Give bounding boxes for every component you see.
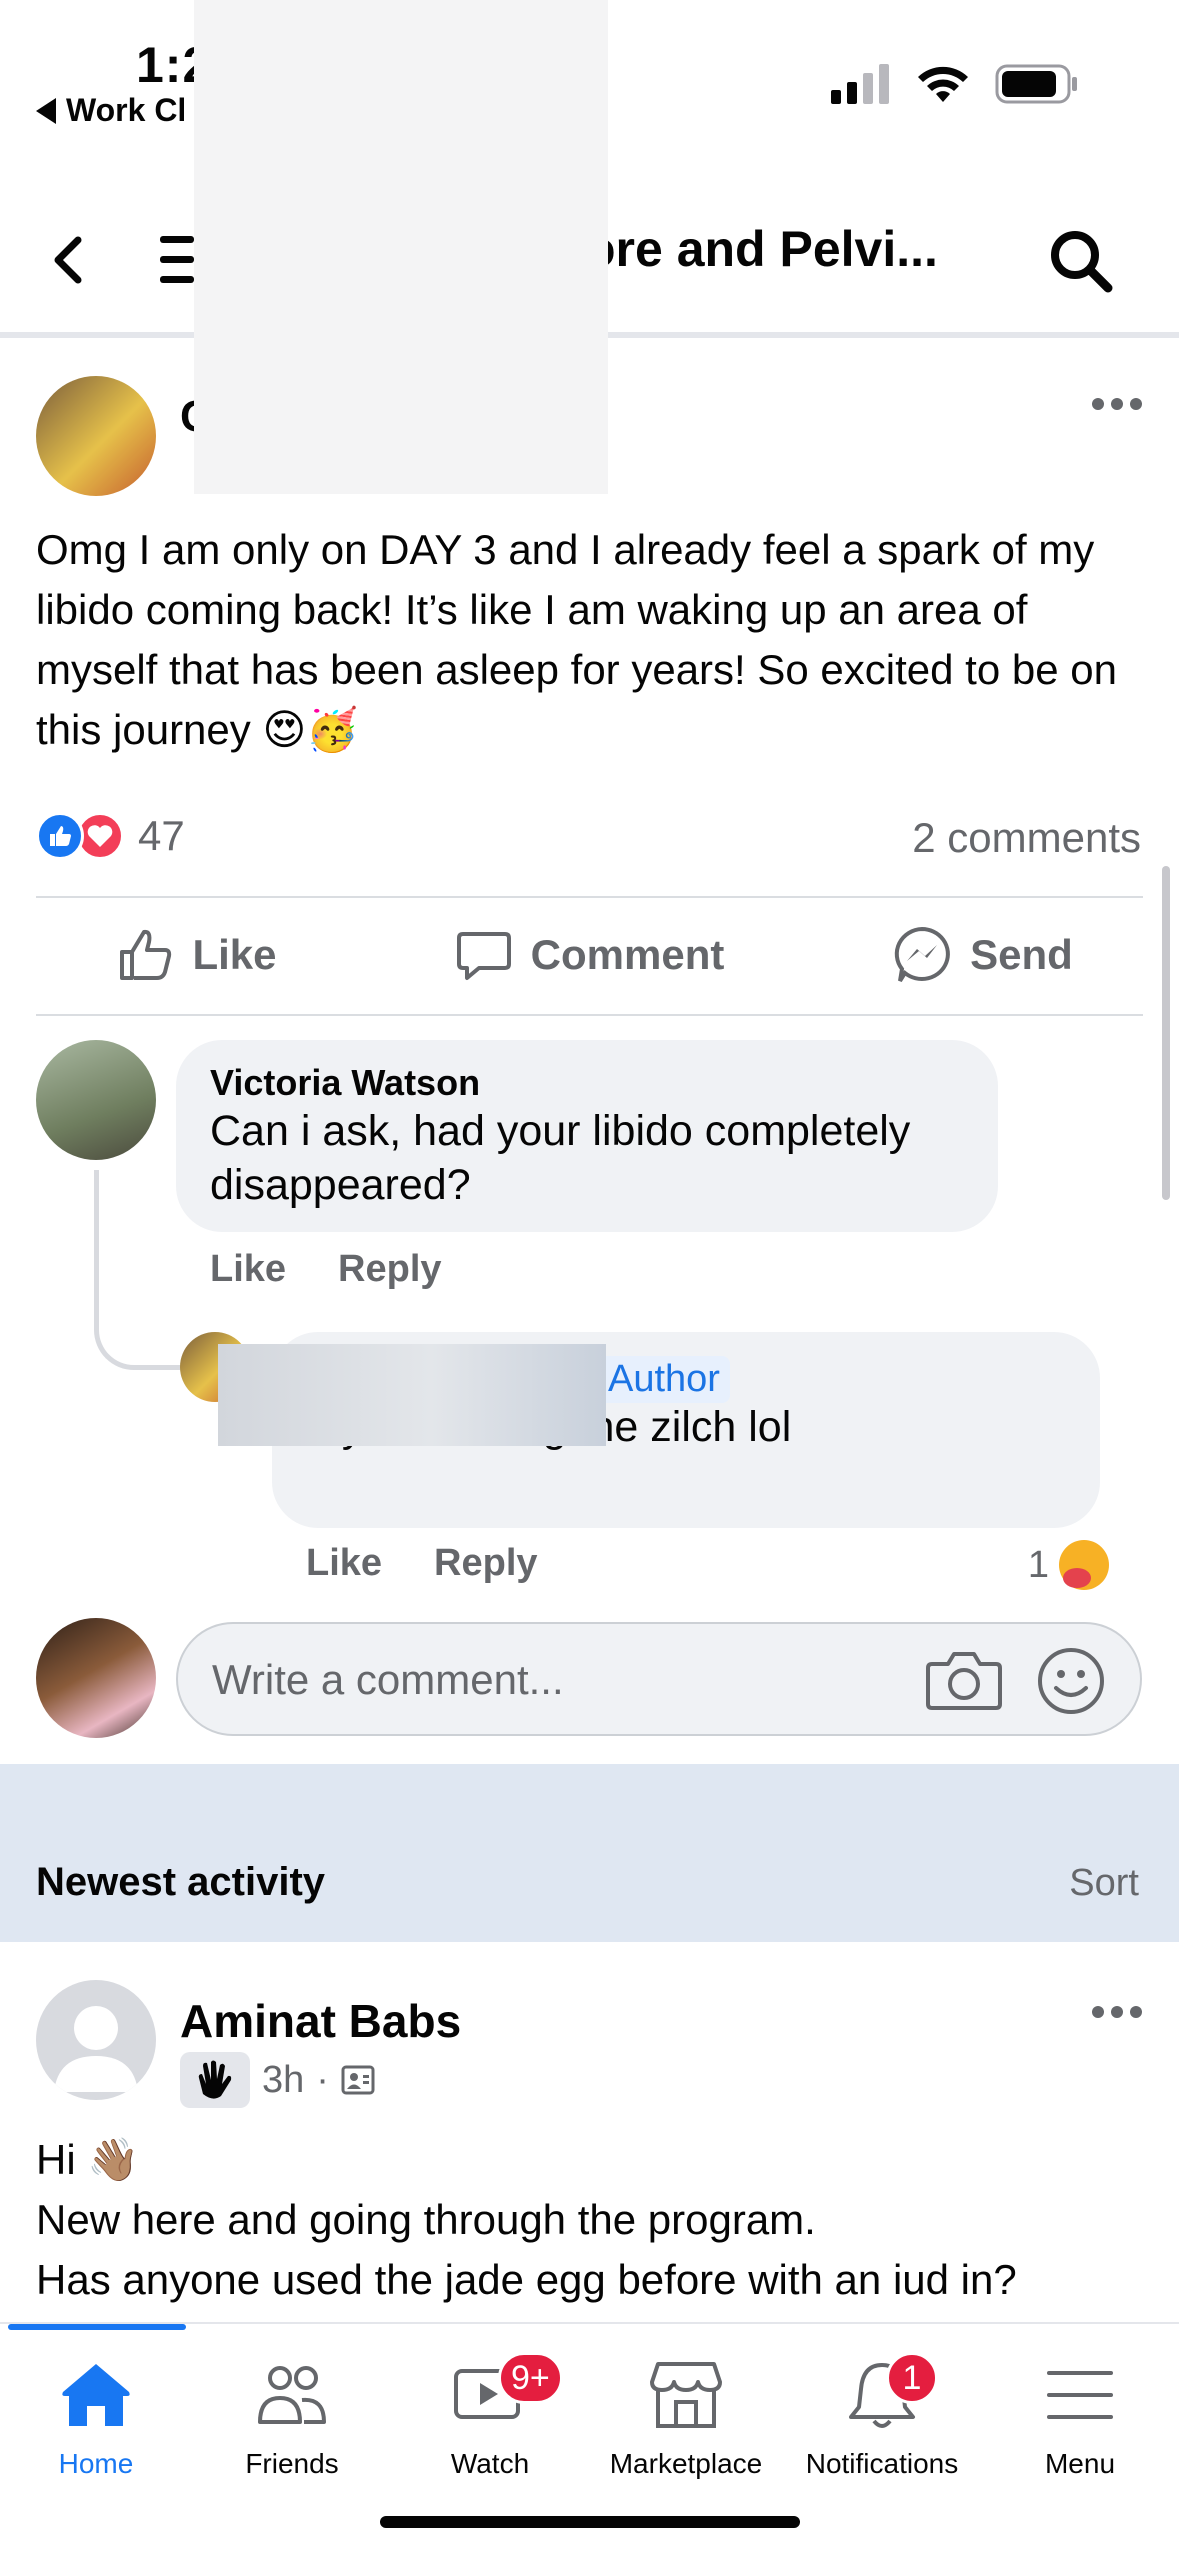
notifications-badge: 1: [886, 2352, 938, 2404]
group-title[interactable]: ore and Pelvi...: [585, 220, 938, 278]
post2-line: Hi 👋🏽: [36, 2136, 140, 2183]
watch-badge: 9+: [498, 2352, 563, 2404]
tab-home[interactable]: Home: [0, 2348, 194, 2498]
divider: [36, 1014, 1143, 1016]
new-member-wave-icon: [180, 2052, 250, 2108]
reply-reactions[interactable]: 1: [1028, 1540, 1109, 1590]
write-comment-input[interactable]: Write a comment...: [176, 1622, 1142, 1736]
reply-like-button[interactable]: Like: [306, 1542, 382, 1585]
tab-friends[interactable]: Friends: [194, 2348, 390, 2498]
messenger-icon: [894, 926, 951, 983]
comment-icon: [456, 932, 511, 980]
signal-icon: [831, 64, 889, 104]
tab-menu[interactable]: Menu: [982, 2348, 1178, 2498]
post-author-avatar[interactable]: [36, 376, 156, 496]
tab-marketplace[interactable]: Marketplace: [588, 2348, 784, 2498]
author-badge: Author: [598, 1356, 730, 1403]
scrollbar[interactable]: [1162, 866, 1170, 1200]
post2-author-name[interactable]: Aminat Babs: [180, 1994, 461, 2048]
send-label: Send: [970, 931, 1073, 978]
like-button[interactable]: Like: [0, 926, 393, 984]
tab-label: Menu: [1044, 2448, 1116, 2479]
reaction-count: 47: [138, 812, 185, 859]
post-more-options-icon[interactable]: [1092, 398, 1142, 410]
back-app-label: Work Cl: [66, 92, 187, 128]
tab-watch[interactable]: 9+ Watch: [392, 2348, 588, 2498]
meta-separator: ·: [316, 2058, 329, 2101]
tab-label: Notifications: [805, 2448, 959, 2479]
battery-icon: [995, 64, 1077, 104]
comment-bubble: Victoria Watson Can i ask, had your libi…: [176, 1040, 998, 1232]
friends-icon: [258, 2366, 326, 2424]
emoji-icon[interactable]: [1036, 1646, 1106, 1716]
tab-label: Friends: [245, 2448, 339, 2479]
tab-label: Marketplace: [609, 2448, 763, 2479]
post-text: Omg I am only on DAY 3 and I already fee…: [36, 526, 1117, 753]
marketplace-icon: [650, 2362, 722, 2428]
tab-label: Watch: [450, 2448, 530, 2479]
comment-actions: Like Reply: [210, 1248, 442, 1291]
thumbs-up-icon: [120, 929, 172, 980]
search-icon[interactable]: [1046, 226, 1116, 296]
home-indicator[interactable]: [380, 2516, 800, 2528]
home-icon: [62, 2364, 130, 2426]
comment-label: Comment: [530, 931, 725, 978]
post2-line: New here and going through the program.: [36, 2196, 816, 2243]
like-reaction-icon: [36, 812, 84, 860]
comment-button[interactable]: Comment: [393, 926, 786, 984]
post-actions: Like Comment Send: [0, 900, 1179, 1010]
comments-count-link[interactable]: 2 comments: [912, 814, 1141, 862]
camera-icon[interactable]: [926, 1648, 1002, 1714]
menu-icon: [1047, 2371, 1113, 2419]
sort-button[interactable]: Sort: [1069, 1862, 1139, 1905]
section-title: Newest activity: [36, 1860, 326, 1904]
tab-label: Home: [58, 2448, 134, 2479]
post2-author-avatar[interactable]: [36, 1980, 156, 2100]
comment-reply-button[interactable]: Reply: [338, 1248, 441, 1291]
post2-text: Hi 👋🏽 New here and going through the pro…: [36, 2130, 1156, 2310]
comment-placeholder: Write a comment...: [212, 1656, 564, 1703]
wifi-icon: [918, 66, 968, 102]
post2-meta: 3h ·: [180, 2052, 375, 2108]
section-band: [0, 1764, 1179, 1942]
reply-thread-line: [94, 1170, 184, 1370]
default-avatar-icon: [54, 2006, 138, 2092]
tab-notifications[interactable]: 1 Notifications: [784, 2348, 980, 2498]
commenter-avatar[interactable]: [36, 1040, 156, 1160]
current-user-avatar: [36, 1618, 156, 1738]
comment-text: Can i ask, had your libido completely di…: [210, 1107, 911, 1209]
redacted-region: [218, 1344, 606, 1446]
post2-time[interactable]: 3h: [262, 2059, 304, 2102]
active-tab-indicator: [8, 2324, 186, 2330]
divider: [36, 896, 1143, 898]
care-reaction-icon: [1059, 1540, 1109, 1590]
reply-reaction-count: 1: [1027, 1543, 1049, 1586]
list-icon[interactable]: [160, 232, 194, 288]
group-audience-icon: [341, 2065, 375, 2095]
redacted-region: [194, 0, 608, 494]
reply-reply-button[interactable]: Reply: [434, 1542, 537, 1585]
back-arrow-icon[interactable]: [40, 230, 100, 290]
status-icons: [831, 64, 1079, 104]
post2-line: Has anyone used the jade egg before with…: [36, 2256, 1017, 2303]
back-triangle-icon: [36, 97, 56, 124]
send-button[interactable]: Send: [786, 925, 1179, 985]
commenter-name[interactable]: Victoria Watson: [210, 1062, 964, 1104]
comment-like-button[interactable]: Like: [210, 1248, 286, 1291]
like-label: Like: [192, 931, 277, 978]
post2-more-options-icon[interactable]: [1092, 2006, 1142, 2018]
reaction-summary[interactable]: 47: [36, 812, 185, 860]
back-to-app-link[interactable]: Work Cl: [36, 92, 186, 129]
reply-actions: Like Reply: [306, 1542, 538, 1585]
